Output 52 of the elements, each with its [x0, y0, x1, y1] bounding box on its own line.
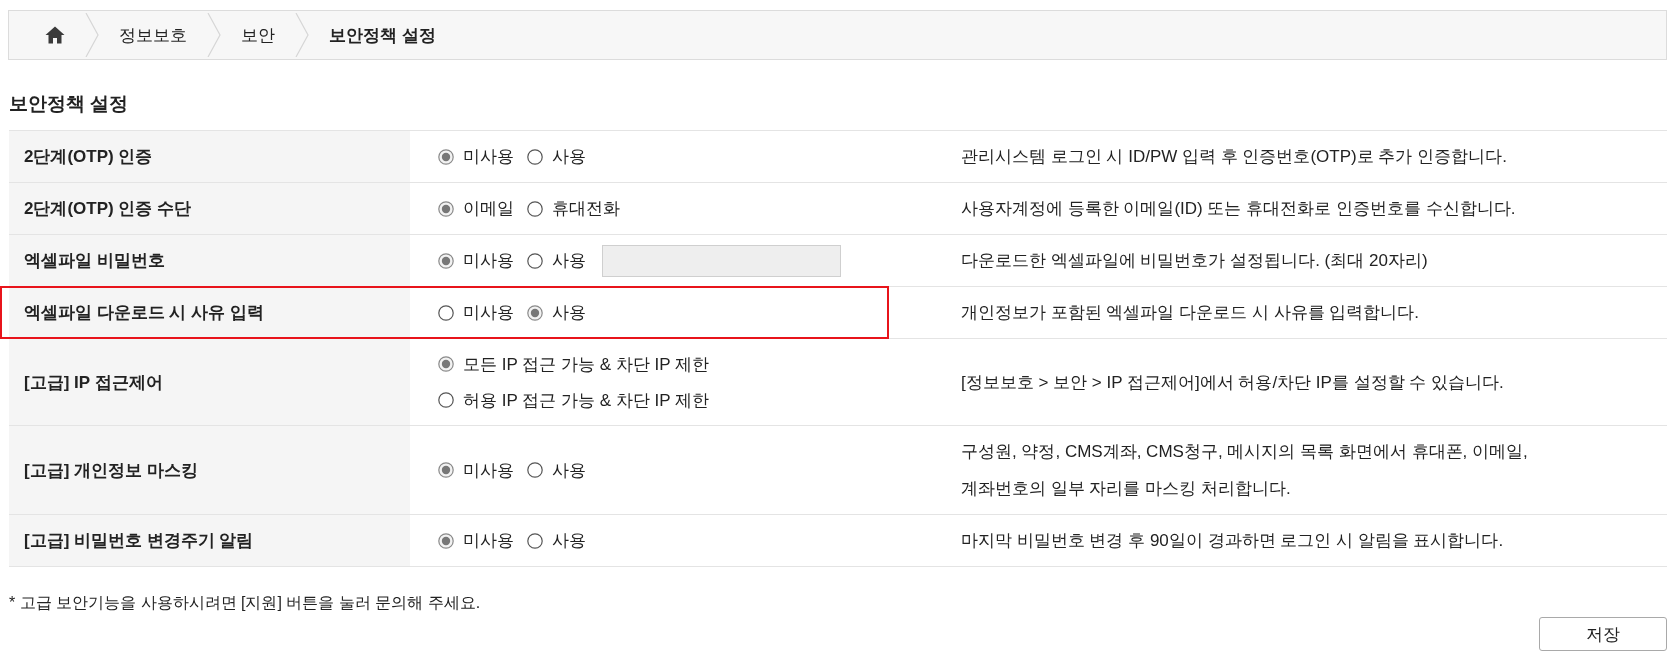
radio-icon[interactable]: [438, 392, 454, 408]
radio-icon[interactable]: [438, 304, 454, 321]
radio-option[interactable]: 미사용: [438, 138, 514, 175]
radio-option[interactable]: 사용: [527, 522, 586, 559]
setting-description: [정보보호 > 보안 > IP 접근제어]에서 허용/차단 IP를 설정할 수 있습니다.: [961, 371, 1504, 394]
radio-option[interactable]: 이메일: [438, 190, 514, 227]
radio-option[interactable]: 미사용: [438, 522, 514, 559]
radio-option[interactable]: 허용 IP 접근 가능 & 차단 IP 제한: [438, 382, 709, 418]
setting-label: [고급] 개인정보 마스킹: [24, 459, 198, 482]
radio-checked-icon[interactable]: [438, 356, 454, 372]
radio-option[interactable]: 모든 IP 접근 가능 & 차단 IP 제한: [438, 346, 709, 382]
setting-description: 사용자계정에 등록한 이메일(ID) 또는 휴대전화로 인증번호를 수신합니다.: [961, 198, 1516, 220]
setting-label: [고급] 비밀번호 변경주기 알림: [24, 530, 254, 552]
radio-option[interactable]: 휴대전화: [527, 190, 620, 227]
save-button[interactable]: 저장: [1539, 617, 1667, 651]
radio-checked-icon[interactable]: [438, 252, 454, 269]
setting-label: 엑셀파일 비밀번호: [24, 250, 165, 272]
setting-label: [고급] IP 접근제어: [24, 371, 163, 394]
radio-checked-icon[interactable]: [438, 532, 454, 549]
footnote: * 고급 보안기능을 사용하시려면 [지원] 버튼을 눌러 문의해 주세요.: [9, 593, 481, 613]
home-icon[interactable]: [45, 26, 65, 44]
setting-description: 마지막 비밀번호 변경 후 90일이 경과하면 로그인 시 알림을 표시합니다.: [961, 530, 1504, 552]
radio-checked-icon[interactable]: [527, 304, 543, 321]
radio-option[interactable]: 사용: [527, 294, 586, 331]
setting-description: 다운로드한 엑셀파일에 비밀번호가 설정됩니다. (최대 20자리): [961, 250, 1428, 272]
radio-icon[interactable]: [527, 462, 543, 478]
radio-icon[interactable]: [527, 148, 543, 165]
radio-icon[interactable]: [527, 532, 543, 549]
radio-option[interactable]: 미사용: [438, 294, 514, 331]
chevron-icon: [295, 13, 309, 57]
radio-option[interactable]: 미사용: [438, 452, 514, 488]
setting-label: 2단계(OTP) 인증: [24, 146, 153, 168]
setting-description: 관리시스템 로그인 시 ID/PW 입력 후 인증번호(OTP)로 추가 인증합니다.: [961, 146, 1507, 168]
breadcrumb-current[interactable]: 보안정책 설정: [329, 23, 456, 47]
radio-icon[interactable]: [527, 252, 543, 269]
radio-checked-icon[interactable]: [438, 148, 454, 165]
radio-option[interactable]: 사용: [527, 452, 586, 488]
chevron-icon: [85, 13, 99, 57]
chevron-icon: [207, 13, 221, 57]
setting-description: 개인정보가 포함된 엑셀파일 다운로드 시 사유를 입력합니다.: [961, 302, 1420, 324]
section-title: 보안정책 설정: [9, 92, 129, 116]
radio-checked-icon[interactable]: [438, 462, 454, 478]
breadcrumb-link[interactable]: 정보보호: [119, 23, 207, 47]
radio-checked-icon[interactable]: [438, 200, 454, 217]
setting-label: 엑셀파일 다운로드 시 사유 입력: [24, 302, 264, 324]
radio-icon[interactable]: [527, 200, 543, 217]
radio-option[interactable]: 사용: [527, 242, 586, 279]
breadcrumb-link[interactable]: 보안: [241, 23, 295, 47]
radio-option[interactable]: 사용: [527, 138, 586, 175]
radio-option[interactable]: 미사용: [438, 242, 514, 279]
setting-label: 2단계(OTP) 인증 수단: [24, 198, 192, 220]
setting-description: 구성원, 약정, CMS계좌, CMS청구, 메시지의 목록 화면에서 휴대폰, 이메일, 계좌번호의 일부 자리를 마스킹 처리합니다.: [961, 441, 1528, 500]
